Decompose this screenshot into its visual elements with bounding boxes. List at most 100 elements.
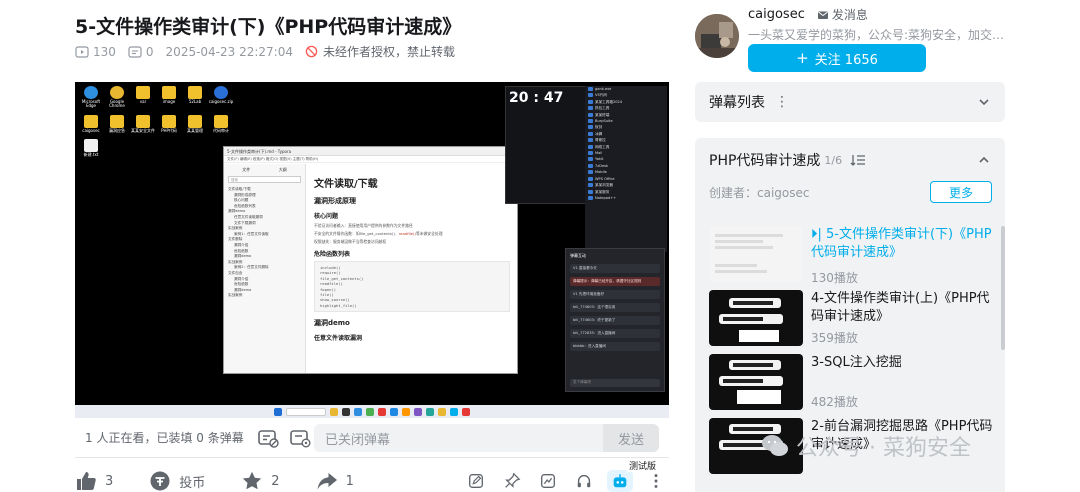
- chevron-down-icon[interactable]: [977, 95, 991, 109]
- taskbar: [75, 405, 669, 418]
- more-vertical-icon[interactable]: ⋮: [775, 94, 789, 110]
- video-meta: 130 0 2025-04-23 22:27:04 未经作者授权，禁止转载: [75, 43, 467, 60]
- robot-assistant-icon[interactable]: [607, 470, 633, 492]
- desktop-icon: 某某管理: [183, 114, 207, 133]
- desktop-icon: image: [157, 86, 181, 109]
- viewer-info: 1 人正在看，已装填 0 条弹幕: [85, 431, 244, 445]
- launcher-item: Notepad++: [585, 195, 667, 201]
- uploader-name[interactable]: caigosec: [748, 7, 805, 22]
- danmaku-message: bili_774603：这个很实用: [570, 303, 660, 312]
- uploader-name-row: caigosec 发消息: [748, 6, 868, 23]
- doc-heading-3: 核心问题: [314, 213, 339, 220]
- video-toolbar: 3 投币 2 1: [75, 470, 669, 492]
- doc-heading-2: 漏洞demo: [314, 319, 350, 328]
- desktop-icon: 某某安全文件: [131, 114, 155, 133]
- doc-heading-2: 漏洞形成原理: [314, 197, 356, 205]
- chart-icon[interactable]: [535, 470, 561, 492]
- outline-item[interactable]: 实战案例: [228, 293, 301, 299]
- desktop-icon: 代码审计: [209, 114, 233, 133]
- taskbar-search: [286, 407, 326, 416]
- chevron-up-icon[interactable]: [977, 153, 991, 167]
- share-button[interactable]: 1: [316, 470, 354, 492]
- danmaku-list-panel[interactable]: 弹幕列表 ⋮: [695, 82, 1005, 122]
- headset-icon[interactable]: [571, 470, 597, 492]
- collection-title: PHP代码审计速成: [709, 153, 821, 169]
- thumbs-up-icon: [75, 470, 97, 492]
- danmaku-panel-input: 发个弹幕吧: [570, 379, 660, 387]
- danmaku-message: V1 直接看今天: [570, 264, 660, 273]
- desktop-icon: 52Lab: [183, 86, 207, 109]
- doc-heading-1: 文件读取/下载: [314, 179, 378, 190]
- collection-creator: 创建者：caigosec: [709, 186, 810, 200]
- beta-tooltip: 测试版: [627, 459, 659, 472]
- app-launcher-panel: gank.exe VS代码 某某工具箱2024 抓包工具 某某终端 BurpSuite 蚁剑…: [585, 86, 667, 252]
- editor-document: 文件读取/下载 漏洞形成原理 核心问题 不验证访问者输入：直接使用用户提供的参数…: [314, 169, 510, 373]
- episode-item[interactable]: 4-文件操作类审计(上)《PHP代码审计速成》 359播放: [709, 290, 993, 346]
- danmaku-bar: 1 人正在看，已装填 0 条弹幕 已关闭弹幕 发送: [75, 418, 669, 458]
- episode-item[interactable]: 3-SQL注入挖掘 482播放: [709, 354, 993, 410]
- editor-window[interactable]: 5-文件操作类审计(下).md - Typora 文件(F) 编辑(E) 段落(…: [223, 146, 518, 374]
- send-button[interactable]: 发送: [603, 424, 659, 452]
- doc-heading-3: 任意文件读取漏洞: [314, 335, 363, 343]
- forbidden-icon: [305, 45, 319, 59]
- danmaku-toggle-icon[interactable]: [257, 427, 279, 449]
- desktop-icon: var: [131, 86, 155, 109]
- coin-button[interactable]: 投币: [149, 470, 205, 492]
- danmaku-list-label: 弹幕列表 ⋮: [709, 94, 789, 111]
- danmaku-message: 弹幕提示：弹幕已经开启，请遵守社区规则: [570, 277, 660, 286]
- share-arrow-icon: [316, 470, 338, 492]
- taskbar-app-icon: [414, 407, 422, 416]
- video-player[interactable]: Microsoft Edge Google Chrome var image 5…: [75, 82, 669, 418]
- doc-paragraph: 不安全的文件操作函数：如file_get_contents()、readfile…: [314, 231, 443, 236]
- collection-header: PHP代码审计速成 1/6: [709, 150, 991, 170]
- like-button[interactable]: 3: [75, 470, 113, 492]
- episode-title: ⏵| 5-文件操作类审计(下)《PHP代码审计速成》: [811, 227, 992, 260]
- danmaku-panel: 弹幕互动 V1 直接看今天 弹幕提示：弹幕已经开启，请遵守社区规则 V1 先把环境准…: [565, 248, 665, 392]
- danmaku-input-box[interactable]: 已关闭弹幕 发送: [314, 424, 659, 452]
- toolbar-right: [463, 470, 669, 492]
- sort-icon[interactable]: [850, 153, 866, 167]
- taskbar-app-icon: [342, 407, 350, 416]
- more-options-icon[interactable]: [643, 470, 669, 492]
- episode-title: 4-文件操作类审计(上)《PHP代码审计速成》: [811, 291, 990, 324]
- doc-code-block: include() require() file_get_contents() rea…: [314, 261, 510, 313]
- play-icon: [75, 45, 89, 59]
- scrollbar[interactable]: [1001, 226, 1005, 350]
- taskbar-app-icon: [426, 407, 434, 416]
- plus-icon: +: [796, 49, 809, 67]
- danmaku-settings-icon[interactable]: [289, 427, 311, 449]
- more-button[interactable]: 更多: [930, 181, 992, 203]
- desktop-icon: 新建.txt: [79, 139, 103, 157]
- avatar[interactable]: [695, 14, 739, 58]
- taskbar-app-icon: [378, 407, 386, 416]
- pin-icon[interactable]: [499, 470, 525, 492]
- follow-button[interactable]: + 关注 1656: [748, 44, 926, 72]
- desktop-icon: caigosec: [79, 114, 103, 133]
- episode-plays: 359播放: [811, 331, 858, 345]
- desktop-icon: caigosec.zip: [209, 86, 233, 109]
- star-icon: [241, 470, 263, 492]
- doc-paragraph: 权限缺失：服务端没做不当等检查访问越权: [314, 239, 387, 244]
- favorite-button[interactable]: 2: [241, 470, 280, 492]
- desktop-icon: Google Chrome: [105, 86, 129, 109]
- taskbar-app-icon: [354, 407, 362, 416]
- copyright-notice: 未经作者授权，禁止转载: [305, 43, 455, 60]
- editor-sidebar: 文件 大纲 搜索 文件读取/下载 漏洞形成原理 核心问题 危险函数列表 漏洞demo 任意…: [224, 164, 306, 373]
- editor-sidebar-tabs: 文件 大纲: [242, 167, 287, 172]
- danmaku-message: bili_774603：终于更新了: [570, 316, 660, 325]
- doc-paragraph: 不验证访问者输入：直接使用用户提供的参数作为文件路径: [314, 223, 413, 228]
- windows-start-icon: [274, 407, 282, 416]
- doc-heading-3: 危险函数列表: [314, 251, 351, 258]
- taskbar-app-icon: [390, 407, 398, 416]
- playing-icon: ⏵|: [811, 227, 827, 242]
- desktop-icon: PHP代码: [157, 114, 181, 133]
- message-button[interactable]: 发消息: [817, 6, 868, 23]
- note-icon[interactable]: [463, 470, 489, 492]
- danmaku-panel-title: 弹幕互动: [570, 253, 586, 258]
- taskbar-app-icon: [330, 407, 338, 416]
- danmaku-input[interactable]: 已关闭弹幕: [314, 429, 390, 448]
- editor-titlebar: 5-文件操作类审计(下).md - Typora: [224, 147, 517, 156]
- episode-thumbnail: [709, 226, 803, 282]
- episode-item[interactable]: ⏵| 5-文件操作类审计(下)《PHP代码审计速成》 130播放: [709, 226, 993, 285]
- watermark: 公众号 · 菜狗安全: [760, 430, 971, 462]
